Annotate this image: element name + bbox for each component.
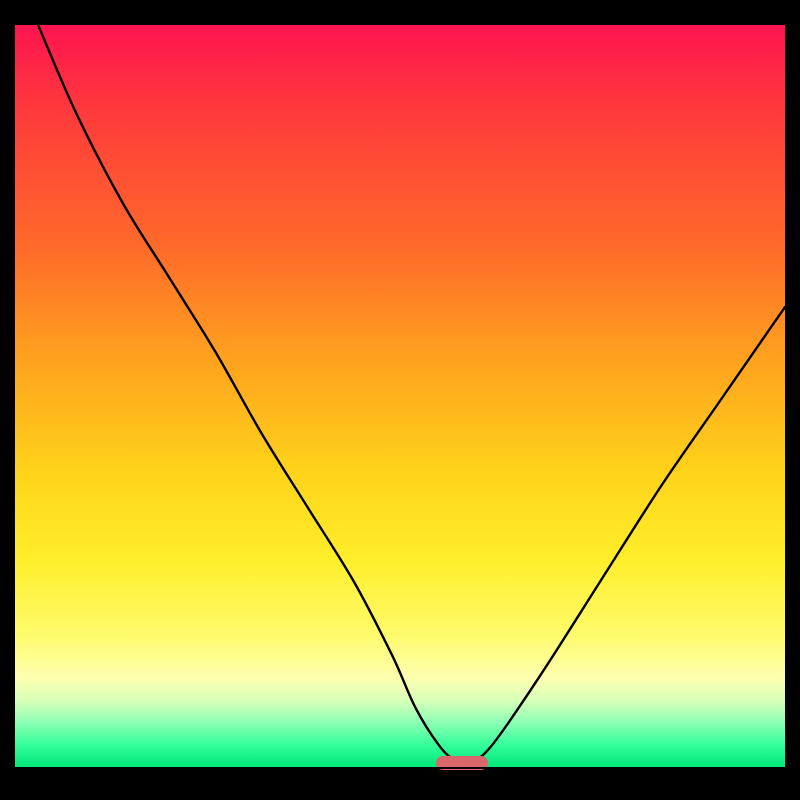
chart-frame: TheBottleneck.com bbox=[15, 25, 785, 795]
x-axis-baseline bbox=[15, 767, 785, 769]
plot-area bbox=[15, 25, 785, 767]
curve-svg bbox=[15, 25, 785, 767]
bottleneck-curve bbox=[38, 25, 785, 764]
